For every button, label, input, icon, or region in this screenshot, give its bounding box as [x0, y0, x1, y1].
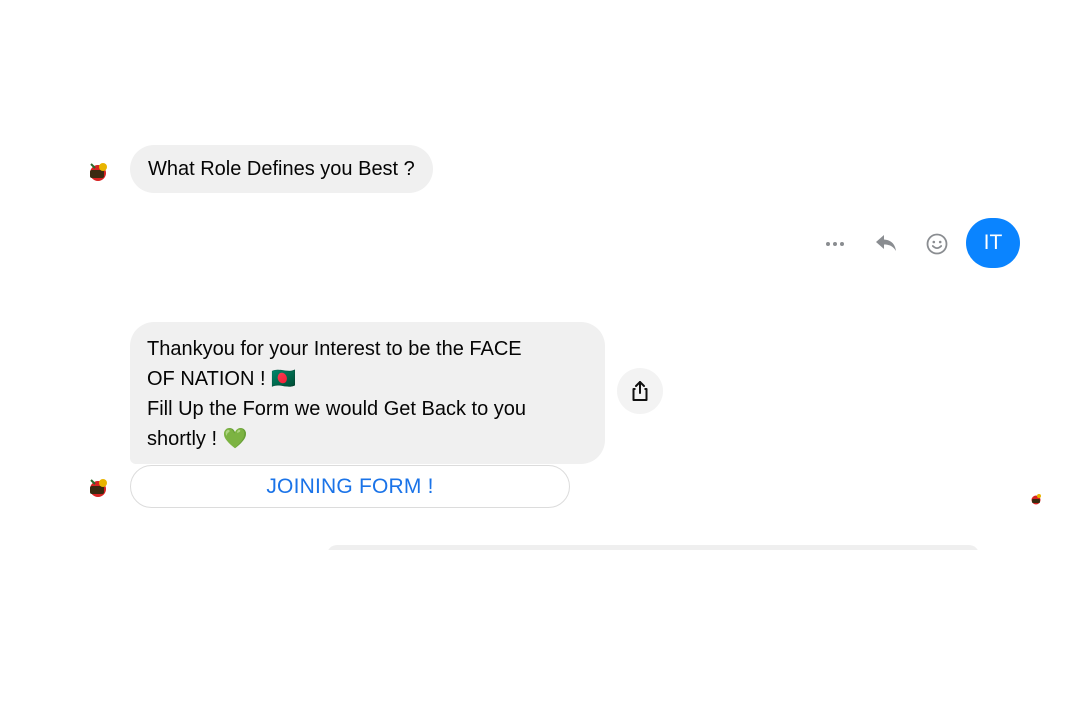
message-line-1: Thankyou for your Interest to be the FAC…	[147, 338, 522, 360]
message-bubble: Thankyou for your Interest to be the FAC…	[130, 322, 605, 464]
message-line-2: OF NATION ! 🇧🇩	[147, 368, 296, 390]
question-text: What Role Defines you Best ?	[148, 158, 415, 180]
share-icon	[629, 380, 651, 402]
seen-avatar-icon	[1029, 492, 1043, 506]
message-line-4: shortly ! 💚	[147, 428, 248, 450]
joining-form-button[interactable]: JOINING FORM !	[130, 465, 570, 508]
empty-area	[0, 550, 1080, 720]
joining-form-label: JOINING FORM !	[266, 474, 434, 498]
user-reply-text: IT	[983, 231, 1003, 254]
user-reply-bubble: IT	[966, 218, 1020, 268]
share-button[interactable]	[617, 368, 663, 414]
page-avatar-icon	[85, 474, 111, 500]
question-bubble: What Role Defines you Best ?	[130, 145, 433, 193]
more-options-icon[interactable]	[820, 229, 850, 259]
message-line-3: Fill Up the Form we would Get Back to yo…	[147, 398, 527, 420]
smiley-icon[interactable]	[922, 229, 952, 259]
reply-icon[interactable]	[871, 228, 901, 258]
page-avatar-icon	[85, 158, 111, 184]
